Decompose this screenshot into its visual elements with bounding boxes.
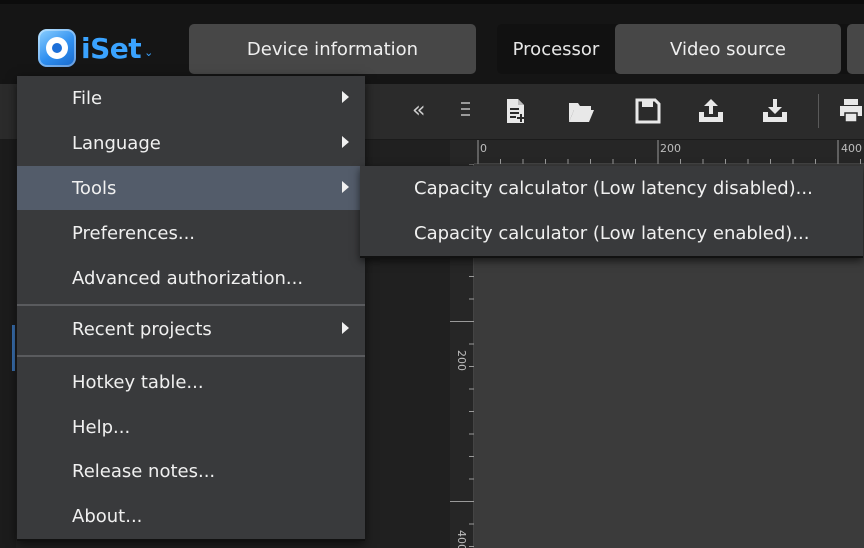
horizontal-ruler: 0 200 400 <box>474 140 864 164</box>
tab-video-source[interactable]: Video source <box>615 24 841 74</box>
menu-item-recent-projects[interactable]: Recent projects <box>17 307 365 351</box>
save-icon[interactable] <box>633 96 663 126</box>
submenu-item-capacity-calculator-disabled[interactable]: Capacity calculator (Low latency disable… <box>360 166 863 210</box>
ruler-label-400: 400 <box>841 142 862 155</box>
menu-item-language[interactable]: Language <box>17 121 365 165</box>
chevron-down-icon: ⌄ <box>144 45 154 59</box>
app-logo-text: iSet <box>81 31 142 65</box>
submenu-arrow-icon <box>342 136 349 148</box>
menu-item-label: Release notes... <box>72 460 216 482</box>
menu-item-release-notes[interactable]: Release notes... <box>17 449 365 493</box>
collapse-panel-icon[interactable]: « <box>412 98 425 123</box>
menu-item-preferences[interactable]: Preferences... <box>17 211 365 255</box>
ruler-label-0: 0 <box>480 142 487 155</box>
menu-item-label: About... <box>72 505 143 527</box>
left-panel-edge <box>0 140 16 548</box>
submenu-arrow-icon <box>342 91 349 103</box>
ruler-label-200: 200 <box>660 142 681 155</box>
menu-item-label: Recent projects <box>72 318 212 340</box>
menu-item-file[interactable]: File <box>17 76 365 120</box>
tab-next-partial[interactable] <box>847 24 864 74</box>
submenu-arrow-icon <box>342 322 349 334</box>
menu-separator <box>17 355 365 357</box>
download-icon[interactable] <box>760 96 790 126</box>
ruler-corner <box>450 140 474 164</box>
menu-item-label: File <box>72 87 103 109</box>
menu-item-hotkey-table[interactable]: Hotkey table... <box>17 360 365 404</box>
menu-item-label: Help... <box>72 416 131 438</box>
menu-item-tools[interactable]: Tools <box>17 166 365 210</box>
menu-item-label: Preferences... <box>72 222 196 244</box>
tab-processor[interactable]: Processor <box>497 24 615 74</box>
toolbar-grip-icon <box>461 102 470 120</box>
app-logo-menu-button[interactable]: iSet ⌄ <box>38 28 153 68</box>
ruler-label-v200: 200 <box>455 350 468 371</box>
menu-separator <box>17 304 365 306</box>
menu-item-label: Advanced authorization... <box>72 267 304 289</box>
open-folder-icon[interactable] <box>566 96 596 126</box>
upload-icon[interactable] <box>696 96 726 126</box>
menu-item-label: Hotkey table... <box>72 371 204 393</box>
ruler-label-v400: 400 <box>455 530 468 548</box>
toolbar-separator <box>818 94 819 128</box>
print-icon[interactable] <box>836 96 864 126</box>
new-file-icon[interactable] <box>500 96 530 126</box>
app-main-menu: File Language Tools Preferences... Advan… <box>17 76 365 541</box>
tools-submenu: Capacity calculator (Low latency disable… <box>360 166 863 258</box>
menu-item-label: Language <box>72 132 161 154</box>
menu-item-help[interactable]: Help... <box>17 405 365 449</box>
tab-group: Processor Video source <box>497 24 864 74</box>
submenu-arrow-icon <box>342 181 349 193</box>
menu-item-label: Tools <box>72 177 117 199</box>
menu-item-about[interactable]: About... <box>17 494 365 538</box>
iset-logo-icon <box>38 29 76 67</box>
submenu-item-capacity-calculator-enabled[interactable]: Capacity calculator (Low latency enabled… <box>360 211 863 255</box>
tab-device-information[interactable]: Device information <box>189 24 476 74</box>
selection-marker <box>12 325 15 371</box>
menu-item-advanced-authorization[interactable]: Advanced authorization... <box>17 256 365 300</box>
top-bar: iSet ⌄ Device information Processor Vide… <box>0 0 864 84</box>
